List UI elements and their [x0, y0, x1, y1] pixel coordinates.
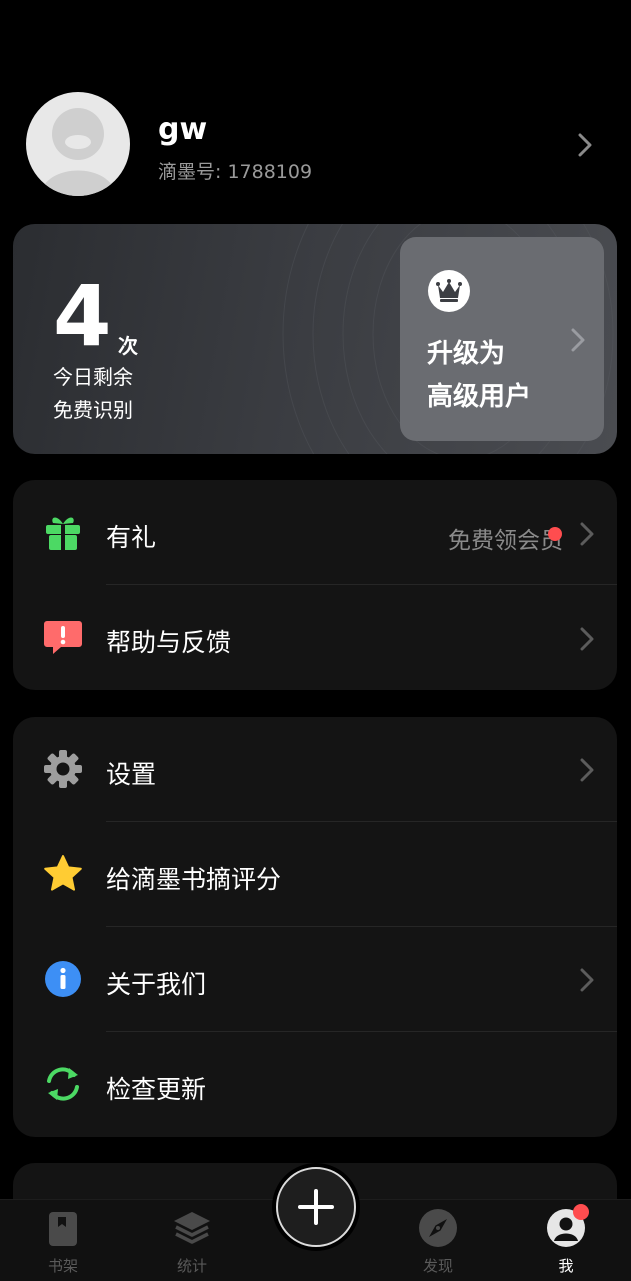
profile-header[interactable]: gw 滴墨号: 1788109: [0, 0, 631, 215]
menu-group-rewards: 有礼 免费领会员 帮助与反馈: [13, 480, 617, 690]
remaining-count: 4: [53, 267, 112, 365]
menu-item-label: 检查更新: [106, 1075, 207, 1104]
notification-dot: [573, 1204, 589, 1220]
plus-icon: [298, 1189, 334, 1225]
crown-icon: [428, 270, 470, 312]
chevron-right-icon: [580, 968, 594, 992]
gift-icon: [43, 512, 83, 552]
menu-item-about-us[interactable]: 关于我们: [13, 927, 617, 1032]
menu-item-help-feedback[interactable]: 帮助与反馈: [13, 585, 617, 690]
stats-layers-icon: [172, 1208, 212, 1248]
menu-item-settings[interactable]: 设置: [13, 717, 617, 822]
tab-label: 统计: [176, 1257, 207, 1275]
default-avatar-icon: [40, 108, 116, 196]
gear-icon: [43, 749, 83, 789]
tab-label: 书架: [47, 1257, 78, 1275]
add-button[interactable]: [272, 1163, 360, 1251]
tab-me[interactable]: 我: [521, 1200, 611, 1281]
menu-item-label: 设置: [106, 760, 157, 789]
tab-label: 发现: [422, 1257, 453, 1275]
remaining-unit: 次: [118, 334, 138, 358]
menu-item-label: 给滴墨书摘评分: [106, 865, 282, 894]
menu-item-check-update[interactable]: 检查更新: [13, 1032, 617, 1137]
menu-group-settings: 设置 给滴墨书摘评分 关于我们 检查更新: [13, 717, 617, 1137]
chevron-right-icon: [578, 133, 592, 157]
free-quota-card: 4 次 今日剩余 免费识别 升级为 高级用户: [13, 224, 617, 454]
tab-discover[interactable]: 发现: [393, 1200, 483, 1281]
upgrade-label-line2: 高级用户: [427, 382, 532, 412]
tab-bookshelf[interactable]: 书架: [18, 1200, 108, 1281]
menu-item-rate-app[interactable]: 给滴墨书摘评分: [13, 822, 617, 927]
tab-stats[interactable]: 统计: [147, 1200, 237, 1281]
add-button-inner: [276, 1167, 356, 1247]
remaining-label-line2: 免费识别: [53, 398, 133, 422]
menu-item-gift[interactable]: 有礼 免费领会员: [13, 480, 617, 585]
upgrade-premium-button[interactable]: 升级为 高级用户: [400, 237, 604, 441]
chevron-right-icon: [571, 328, 585, 352]
notification-dot: [548, 527, 562, 541]
chevron-right-icon: [580, 627, 594, 651]
info-icon: [43, 959, 83, 999]
refresh-icon: [43, 1064, 83, 1104]
feedback-icon: [43, 617, 83, 657]
upgrade-label-line1: 升级为: [427, 339, 506, 369]
tab-label: 我: [558, 1257, 574, 1275]
bookshelf-icon: [43, 1208, 83, 1248]
chevron-right-icon: [580, 522, 594, 546]
menu-item-label: 关于我们: [106, 970, 207, 999]
username: gw: [158, 112, 208, 147]
avatar[interactable]: [26, 92, 130, 196]
compass-icon: [418, 1208, 458, 1248]
remaining-label-line1: 今日剩余: [53, 365, 133, 389]
user-id: 滴墨号: 1788109: [158, 161, 313, 183]
star-icon: [43, 854, 83, 894]
chevron-right-icon: [580, 758, 594, 782]
menu-item-label: 帮助与反馈: [106, 628, 232, 657]
menu-item-label: 有礼: [106, 523, 157, 552]
free-membership-hint: 免费领会员: [448, 528, 563, 554]
